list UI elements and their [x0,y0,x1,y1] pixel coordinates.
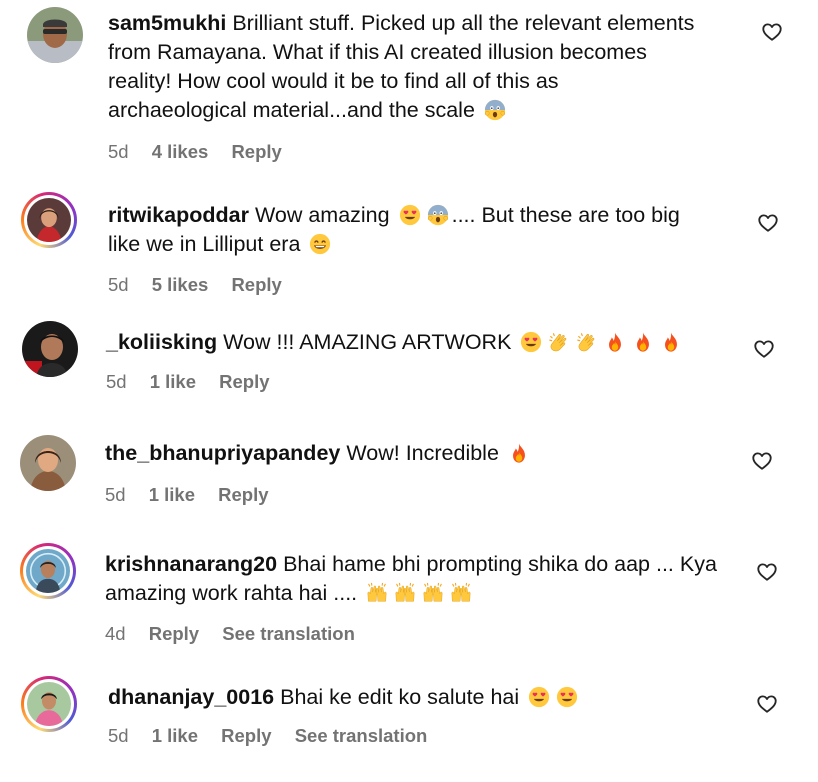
comment-username[interactable]: ritwikapoddar [108,203,249,227]
comment-username[interactable]: dhananjay_0016 [108,685,274,709]
heart-eyes-emoji [528,686,550,708]
fire-emoji [508,442,530,464]
heart-outline-icon[interactable] [761,21,783,43]
clapping-hands-emoji [576,331,598,353]
avatar[interactable] [21,676,77,732]
heart-eyes-emoji [399,204,421,226]
comment-time: 5d [105,484,126,505]
comment-time: 5d [108,725,129,746]
avatar-image [27,198,71,242]
avatar[interactable] [27,7,83,63]
heart-eyes-emoji [520,331,542,353]
comment-item: krishnanarang20 Bhai hame bhi prompting s… [0,525,818,665]
comment-text: archaeological material...and the scale [108,98,475,122]
fire-emoji [660,331,682,353]
avatar[interactable] [20,435,76,491]
comment-text: Bhai ke edit ko salute hai [280,685,520,709]
reply-button[interactable]: Reply [149,623,199,644]
comment-text: amazing work rahta hai .... [105,581,358,605]
clapping-hands-emoji [548,331,570,353]
screaming-face-emoji [484,99,506,121]
comment-likes[interactable]: 1 like [152,725,198,746]
heart-outline-icon[interactable] [757,212,779,234]
comment-username[interactable]: krishnanarang20 [105,552,277,576]
raising-hands-emoji [366,582,388,604]
avatar-image [20,435,76,491]
heart-outline-icon[interactable] [751,450,773,472]
comment-item: _koliisking Wow !!! AMAZING ARTWORK 5d 1 … [0,305,818,415]
comment-time: 5d [108,141,129,162]
reply-button[interactable]: Reply [221,725,271,746]
comment-text: Wow !!! AMAZING ARTWORK [223,330,512,354]
fire-emoji [632,331,654,353]
raising-hands-emoji [422,582,444,604]
comment-likes[interactable]: 1 like [149,484,195,505]
comment-text: .... But these are too big [451,203,680,227]
comment-username[interactable]: sam5mukhi [108,11,226,35]
comment-likes[interactable]: 5 likes [152,274,209,295]
comment-likes[interactable]: 1 like [150,371,196,392]
heart-outline-icon[interactable] [756,561,778,583]
comment-username[interactable]: the_bhanupriyapandey [105,441,340,465]
reply-button[interactable]: Reply [231,274,281,295]
comment-item: the_bhanupriyapandey Wow! Incredible 5d 1… [0,415,818,525]
comment-likes[interactable]: 4 likes [152,141,209,162]
comment-username[interactable]: _koliisking [106,330,217,354]
avatar-image [27,682,71,726]
reply-button[interactable]: Reply [219,371,269,392]
fire-emoji [604,331,626,353]
comment-time: 5d [106,371,127,392]
comment-text: like we in Lilliput era [108,232,301,256]
comment-text: Wow! Incredible [346,441,499,465]
comment-time: 4d [105,623,126,644]
comment-text: Wow amazing [254,203,390,227]
avatar-image [26,549,70,593]
comment-text: from Ramayana. What if this AI created i… [108,40,647,64]
raising-hands-emoji [450,582,472,604]
heart-outline-icon[interactable] [753,338,775,360]
screaming-face-emoji [427,204,449,226]
heart-outline-icon[interactable] [756,693,778,715]
avatar[interactable] [20,543,76,599]
see-translation-button[interactable]: See translation [295,725,428,746]
reply-button[interactable]: Reply [231,141,281,162]
heart-eyes-emoji [556,686,578,708]
see-translation-button[interactable]: See translation [222,623,355,644]
comment-item: sam5mukhi Brilliant stuff. Picked up all … [0,0,818,175]
avatar[interactable] [22,321,78,377]
avatar-image [22,321,78,377]
avatar[interactable] [21,192,77,248]
reply-button[interactable]: Reply [218,484,268,505]
comment-text: Bhai hame bhi prompting shika do aap ...… [283,552,717,576]
comment-item: ritwikapoddar Wow amazing .... But these … [0,175,818,305]
comment-text: Brilliant stuff. Picked up all the relev… [232,11,695,35]
comment-item: dhananjay_0016 Bhai ke edit ko salute hai… [0,665,818,782]
comment-text: reality! How cool would it be to find al… [108,69,559,93]
raising-hands-emoji [394,582,416,604]
avatar-image [27,7,83,63]
comment-time: 5d [108,274,129,295]
grinning-face-emoji [309,233,331,255]
